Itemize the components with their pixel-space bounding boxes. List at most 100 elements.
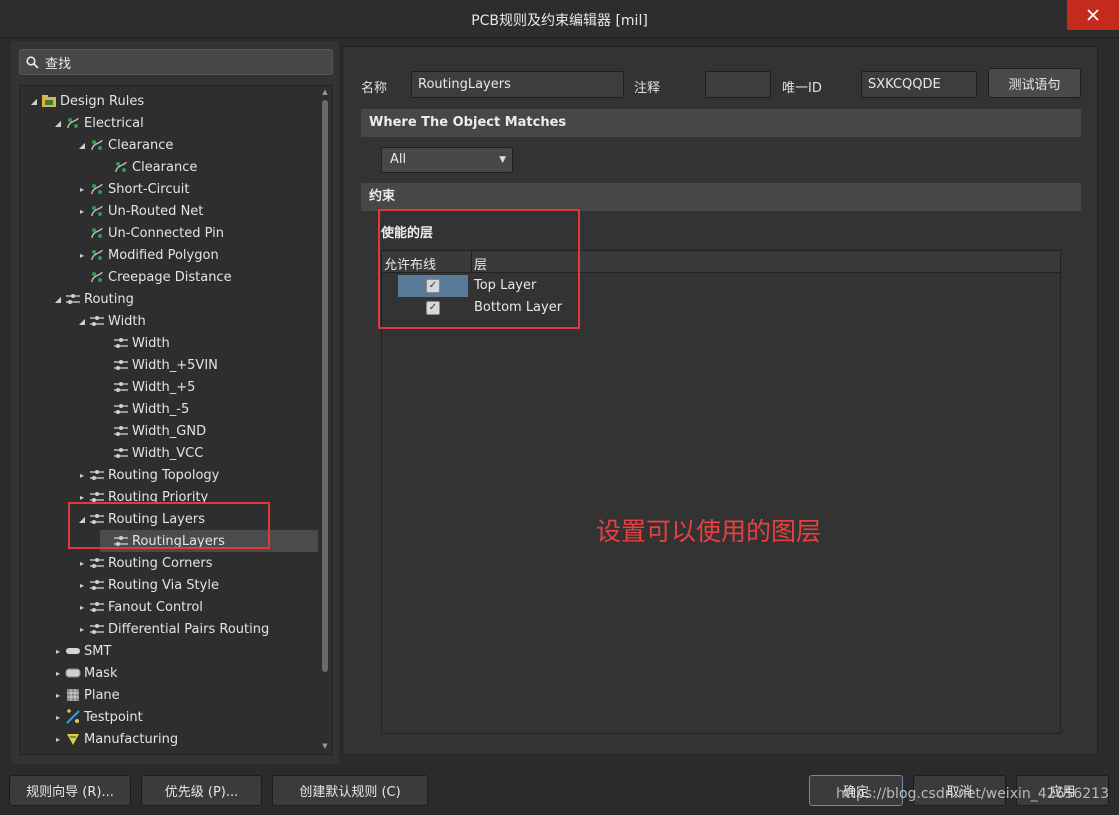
tree-item[interactable]: ◢ Routing xyxy=(52,288,134,310)
uid-field[interactable]: SXKCQQDE xyxy=(861,71,977,98)
electrical-icon xyxy=(88,200,106,222)
rules-tree-panel: 查找 ◢ Design Rules ◢ Electrical ◢ Clearance Cle… xyxy=(10,40,340,765)
tree-item-label: Short-Circuit xyxy=(108,181,190,197)
scroll-thumb[interactable] xyxy=(322,100,328,672)
test-query-button[interactable]: 测试语句 xyxy=(988,68,1081,98)
tree-item-label: Width xyxy=(108,313,146,329)
search-label: 查找 xyxy=(45,56,72,72)
tree-item[interactable]: ◢ Width xyxy=(76,310,146,332)
tree-item[interactable]: Un-Connected Pin xyxy=(76,222,224,244)
scroll-up-icon[interactable]: ▲ xyxy=(320,88,330,98)
tree-item[interactable]: Creepage Distance xyxy=(76,266,232,288)
mask-icon xyxy=(64,662,82,684)
tree-item[interactable]: Width_VCC xyxy=(100,442,203,464)
expand-arrow-icon[interactable]: ▸ xyxy=(52,662,64,684)
tree-item[interactable]: ▸ Routing Corners xyxy=(76,552,213,574)
tree-item[interactable]: ▸ Manufacturing xyxy=(52,728,178,750)
expand-arrow-icon[interactable]: ▸ xyxy=(52,684,64,706)
tree-item[interactable]: Clearance xyxy=(100,156,197,178)
tree-item-label: Un-Connected Pin xyxy=(108,225,224,241)
tree-scrollbar[interactable]: ▲ ▼ xyxy=(320,88,330,752)
tree-item[interactable]: ▸ Differential Pairs Routing xyxy=(76,618,269,640)
match-scope-select[interactable]: All ▼ xyxy=(381,147,513,173)
comment-field[interactable] xyxy=(705,71,771,98)
tree-item[interactable]: ▸ High Speed xyxy=(52,750,159,755)
collapse-arrow-icon[interactable]: ◢ xyxy=(28,90,40,112)
tree-item[interactable]: ▸ Routing Topology xyxy=(76,464,219,486)
tree-item[interactable]: ◢ Clearance xyxy=(76,134,173,156)
routing-icon xyxy=(88,596,106,618)
rule-wizard-button[interactable]: 规则向导 (R)... xyxy=(9,775,131,806)
tree-item[interactable]: ▸ Mask xyxy=(52,662,118,684)
tree-item-label: Width_GND xyxy=(132,423,207,439)
tree-item[interactable]: ▸ Plane xyxy=(52,684,120,706)
expand-arrow-icon[interactable]: ▸ xyxy=(76,596,88,618)
routing-icon xyxy=(112,354,130,376)
where-matches-header: Where The Object Matches xyxy=(361,109,1081,137)
manufacturing-icon xyxy=(64,728,82,750)
tree-item-label: Un-Routed Net xyxy=(108,203,204,219)
tree-item-label: Modified Polygon xyxy=(108,247,219,263)
window-title: PCB规则及约束编辑器 [mil] xyxy=(471,13,648,29)
collapse-arrow-icon[interactable]: ◢ xyxy=(52,288,64,310)
collapse-arrow-icon[interactable]: ◢ xyxy=(76,134,88,156)
expand-arrow-icon[interactable]: ▸ xyxy=(76,244,88,266)
tree-item[interactable]: ◢ Electrical xyxy=(52,112,144,134)
expand-arrow-icon[interactable]: ▸ xyxy=(76,200,88,222)
highlight-box-routing-layers xyxy=(68,502,270,549)
create-default-rules-button[interactable]: 创建默认规则 (C) xyxy=(272,775,428,806)
tree-item-label: SMT xyxy=(84,643,112,659)
tree-item[interactable]: ▸ Short-Circuit xyxy=(76,178,189,200)
expand-arrow-icon[interactable]: ▸ xyxy=(76,178,88,200)
expand-arrow-icon[interactable]: ▸ xyxy=(76,574,88,596)
rules-tree[interactable]: ◢ Design Rules ◢ Electrical ◢ Clearance Cleara… xyxy=(19,85,333,755)
constraints-header: 约束 xyxy=(361,183,1081,211)
expand-arrow-icon[interactable]: ▸ xyxy=(52,706,64,728)
electrical-icon xyxy=(112,156,130,178)
expand-arrow-icon[interactable]: ▸ xyxy=(76,618,88,640)
search-input[interactable]: 查找 xyxy=(19,49,333,75)
tree-item[interactable]: ▸ Fanout Control xyxy=(76,596,203,618)
scroll-down-icon[interactable]: ▼ xyxy=(320,742,330,752)
rule-name-field[interactable]: RoutingLayers xyxy=(411,71,624,98)
close-button[interactable] xyxy=(1067,0,1119,30)
routing-icon xyxy=(88,618,106,640)
tree-item[interactable]: ▸ Modified Polygon xyxy=(76,244,219,266)
tree-item[interactable]: ▸ Testpoint xyxy=(52,706,143,728)
routing-icon xyxy=(112,420,130,442)
collapse-arrow-icon[interactable]: ◢ xyxy=(76,310,88,332)
rule-editor-panel: 名称 RoutingLayers 注释 唯一ID SXKCQQDE 测试语句 W… xyxy=(342,46,1098,755)
tree-item[interactable]: ▸ Routing Via Style xyxy=(76,574,219,596)
tree-item-label: Routing xyxy=(84,291,134,307)
tree-item-label: Routing Via Style xyxy=(108,577,219,593)
plane-icon xyxy=(64,684,82,706)
expand-arrow-icon[interactable]: ▸ xyxy=(52,728,64,750)
expand-arrow-icon[interactable]: ▸ xyxy=(76,464,88,486)
tree-item[interactable]: Width_GND xyxy=(100,420,206,442)
tree-item[interactable]: ◢ Design Rules xyxy=(28,90,144,112)
tree-item[interactable]: Width_-5 xyxy=(100,398,189,420)
electrical-icon xyxy=(64,112,82,134)
tree-item-label: Creepage Distance xyxy=(108,269,232,285)
search-icon xyxy=(26,55,39,69)
expand-arrow-icon[interactable]: ▸ xyxy=(76,552,88,574)
electrical-icon xyxy=(88,222,106,244)
tree-item-label: Clearance xyxy=(108,137,174,153)
tree-item[interactable]: Width xyxy=(100,332,170,354)
electrical-icon xyxy=(88,266,106,288)
tree-item[interactable]: Width_+5VIN xyxy=(100,354,218,376)
uid-label: 唯一ID xyxy=(782,81,822,96)
priority-button[interactable]: 优先级 (P)... xyxy=(141,775,262,806)
electrical-icon xyxy=(88,178,106,200)
tree-item[interactable]: ▸ SMT xyxy=(52,640,111,662)
comment-label: 注释 xyxy=(634,81,661,96)
collapse-arrow-icon[interactable]: ◢ xyxy=(52,112,64,134)
expand-arrow-icon[interactable]: ▸ xyxy=(52,640,64,662)
tree-item[interactable]: Width_+5 xyxy=(100,376,195,398)
expand-arrow-icon[interactable]: ▸ xyxy=(52,750,64,754)
tree-item[interactable]: ▸ Un-Routed Net xyxy=(76,200,203,222)
tree-item-label: Mask xyxy=(84,665,118,681)
electrical-icon xyxy=(88,134,106,156)
